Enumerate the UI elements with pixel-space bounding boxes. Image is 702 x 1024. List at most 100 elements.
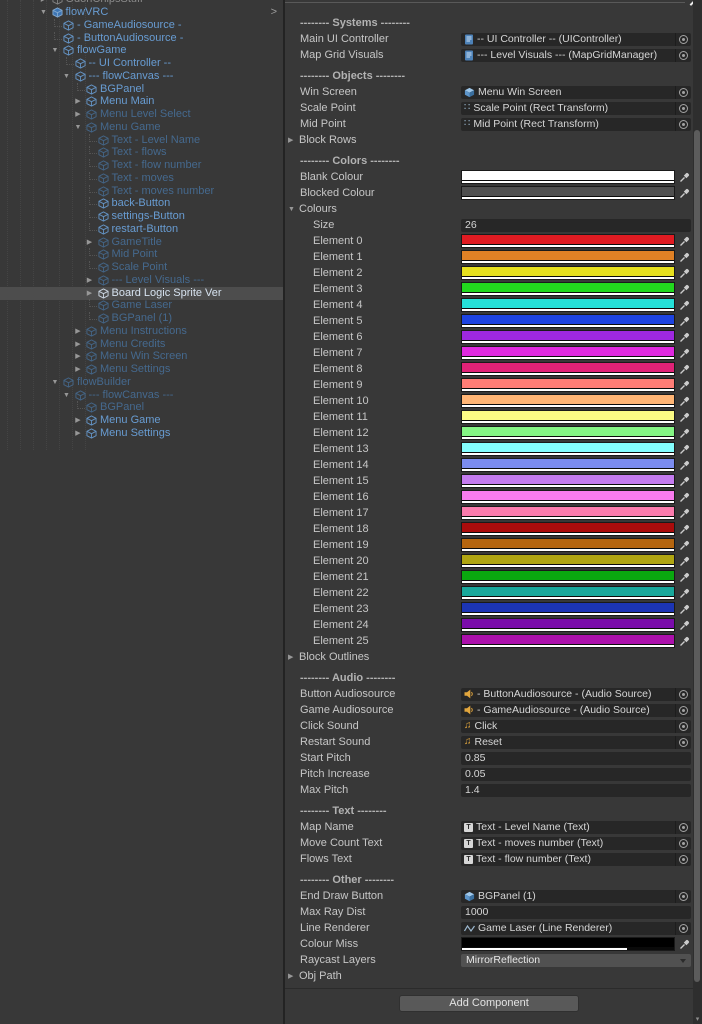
- color-swatch[interactable]: [461, 394, 675, 408]
- eyedropper-button[interactable]: [677, 427, 691, 440]
- eyedropper-button[interactable]: [677, 571, 691, 584]
- hierarchy-item-gameaudiosource[interactable]: - GameAudiosource -: [0, 18, 283, 32]
- hierarchy-item-flowcanvas[interactable]: ▼ --- flowCanvas ---: [0, 70, 283, 83]
- eyedropper-button[interactable]: [677, 635, 691, 648]
- layer-dropdown[interactable]: MirrorReflection: [461, 953, 691, 967]
- foldout-closed-icon[interactable]: ▶: [73, 427, 83, 440]
- foldout-obj-path[interactable]: ▶ Obj Path: [285, 968, 693, 984]
- eyedropper-button[interactable]: [677, 475, 691, 488]
- hierarchy-item-menu-win-screen[interactable]: ▶ Menu Win Screen: [0, 350, 283, 363]
- eyedropper-button[interactable]: [677, 491, 691, 504]
- eyedropper-button[interactable]: [677, 555, 691, 568]
- color-swatch[interactable]: [461, 458, 675, 472]
- foldout-closed-icon[interactable]: ▶: [73, 338, 83, 351]
- object-picker-button[interactable]: [675, 32, 691, 46]
- object-field[interactable]: - ButtonAudiosource - (Audio Source): [461, 687, 691, 701]
- color-swatch[interactable]: [461, 298, 675, 312]
- foldout-closed-icon[interactable]: ▶: [85, 274, 95, 287]
- foldout-open-icon[interactable]: ▼: [62, 70, 72, 83]
- eyedropper-button[interactable]: [677, 539, 691, 552]
- object-picker-button[interactable]: [675, 921, 691, 935]
- hierarchy-item-scale-point[interactable]: Scale Point: [0, 261, 283, 274]
- eyedropper-button[interactable]: [677, 235, 691, 248]
- foldout-closed-icon[interactable]: ▶: [85, 287, 95, 300]
- foldout-closed-icon[interactable]: ▶: [285, 136, 299, 144]
- color-swatch[interactable]: [461, 634, 675, 648]
- eyedropper-button[interactable]: [677, 395, 691, 408]
- foldout-open-icon[interactable]: ▼: [285, 206, 299, 213]
- foldout-open-icon[interactable]: ▼: [73, 121, 83, 134]
- color-swatch[interactable]: [461, 362, 675, 376]
- hierarchy-item-bgpanel-1[interactable]: BGPanel (1): [0, 312, 283, 325]
- hierarchy-item-flowgame[interactable]: ▼ flowGame: [0, 44, 283, 57]
- hierarchy-item-flowvrc[interactable]: ▼ flowVRC >: [0, 6, 283, 19]
- eyedropper-button[interactable]: [677, 411, 691, 424]
- color-swatch[interactable]: [461, 474, 675, 488]
- object-picker-button[interactable]: [675, 820, 691, 834]
- scrollbar-down-arrow[interactable]: ▾: [693, 1015, 702, 1023]
- color-swatch[interactable]: [461, 554, 675, 568]
- eyedropper-button[interactable]: [677, 315, 691, 328]
- eyedropper-button[interactable]: [677, 363, 691, 376]
- object-picker-button[interactable]: [675, 889, 691, 903]
- object-picker-button[interactable]: [675, 85, 691, 99]
- color-swatch[interactable]: [461, 602, 675, 616]
- hierarchy-item-flowcanvas[interactable]: ▼ --- flowCanvas ---: [0, 389, 283, 402]
- inspector-scrollbar[interactable]: ▾: [693, 0, 702, 1024]
- hierarchy-item-text-level-name[interactable]: Text - Level Name: [0, 133, 283, 147]
- color-swatch[interactable]: [461, 266, 675, 280]
- object-field[interactable]: -- UI Controller -- (UIController): [461, 32, 691, 46]
- hierarchy-item-menu-game[interactable]: ▶ Menu Game: [0, 414, 283, 427]
- foldout-closed-icon[interactable]: ▶: [73, 363, 83, 376]
- foldout-open-icon[interactable]: ▼: [50, 44, 60, 57]
- hierarchy-item-bgpanel[interactable]: BGPanel: [0, 401, 283, 414]
- object-picker-button[interactable]: [675, 48, 691, 62]
- eyedropper-button[interactable]: [677, 283, 691, 296]
- object-field[interactable]: T Text - Level Name (Text): [461, 820, 691, 834]
- object-field[interactable]: Game Laser (Line Renderer): [461, 921, 691, 935]
- color-swatch[interactable]: [461, 618, 675, 632]
- number-input[interactable]: 1000: [461, 905, 691, 919]
- color-swatch[interactable]: [461, 586, 675, 600]
- eyedropper-button[interactable]: [677, 171, 691, 184]
- foldout-open-icon[interactable]: ▼: [39, 6, 49, 19]
- color-swatch[interactable]: [461, 250, 675, 264]
- eyedropper-button[interactable]: [677, 938, 691, 951]
- hierarchy-item-text-flow-number[interactable]: Text - flow number: [0, 159, 283, 172]
- hierarchy-item-game-laser[interactable]: Game Laser: [0, 299, 283, 312]
- color-swatch[interactable]: [461, 314, 675, 328]
- object-field[interactable]: BGPanel (1): [461, 889, 691, 903]
- eyedropper-button[interactable]: [677, 523, 691, 536]
- hierarchy-item-menu-game[interactable]: ▼ Menu Game: [0, 121, 283, 134]
- eyedropper-button[interactable]: [677, 459, 691, 472]
- object-field[interactable]: Menu Win Screen: [461, 85, 691, 99]
- foldout-closed-icon[interactable]: ▶: [73, 325, 83, 338]
- hierarchy-item-level-visuals[interactable]: ▶ --- Level Visuals ---: [0, 274, 283, 287]
- eyedropper-button[interactable]: [677, 603, 691, 616]
- number-input[interactable]: 1.4: [461, 783, 691, 797]
- foldout-block-outlines[interactable]: ▶ Block Outlines: [285, 649, 693, 665]
- color-swatch[interactable]: [461, 538, 675, 552]
- hierarchy-item-bgpanel[interactable]: BGPanel: [0, 82, 283, 96]
- hierarchy-item-mid-point[interactable]: Mid Point: [0, 248, 283, 261]
- eyedropper-button[interactable]: [677, 347, 691, 360]
- hierarchy-item-text-flows[interactable]: Text - flows: [0, 146, 283, 159]
- color-swatch[interactable]: [461, 410, 675, 424]
- foldout-colours[interactable]: ▼ Colours: [285, 201, 693, 217]
- foldout-closed-icon[interactable]: ▶: [73, 350, 83, 363]
- number-input[interactable]: 26: [461, 218, 691, 232]
- eyedropper-button[interactable]: [677, 299, 691, 312]
- object-picker-button[interactable]: [675, 836, 691, 850]
- color-swatch[interactable]: [461, 346, 675, 360]
- color-swatch[interactable]: [461, 506, 675, 520]
- color-swatch[interactable]: [461, 937, 675, 951]
- object-field[interactable]: T Text - moves number (Text): [461, 836, 691, 850]
- color-swatch[interactable]: [461, 570, 675, 584]
- hierarchy-item-text-moves-number[interactable]: Text - moves number: [0, 184, 283, 198]
- hierarchy-item-gametitle[interactable]: ▶ GameTitle: [0, 236, 283, 249]
- object-picker-button[interactable]: [675, 719, 691, 733]
- object-field[interactable]: T Text - flow number (Text): [461, 852, 691, 866]
- eyedropper-button[interactable]: [677, 251, 691, 264]
- hierarchy-item-menu-settings[interactable]: ▶ Menu Settings: [0, 363, 283, 376]
- object-picker-button[interactable]: [675, 687, 691, 701]
